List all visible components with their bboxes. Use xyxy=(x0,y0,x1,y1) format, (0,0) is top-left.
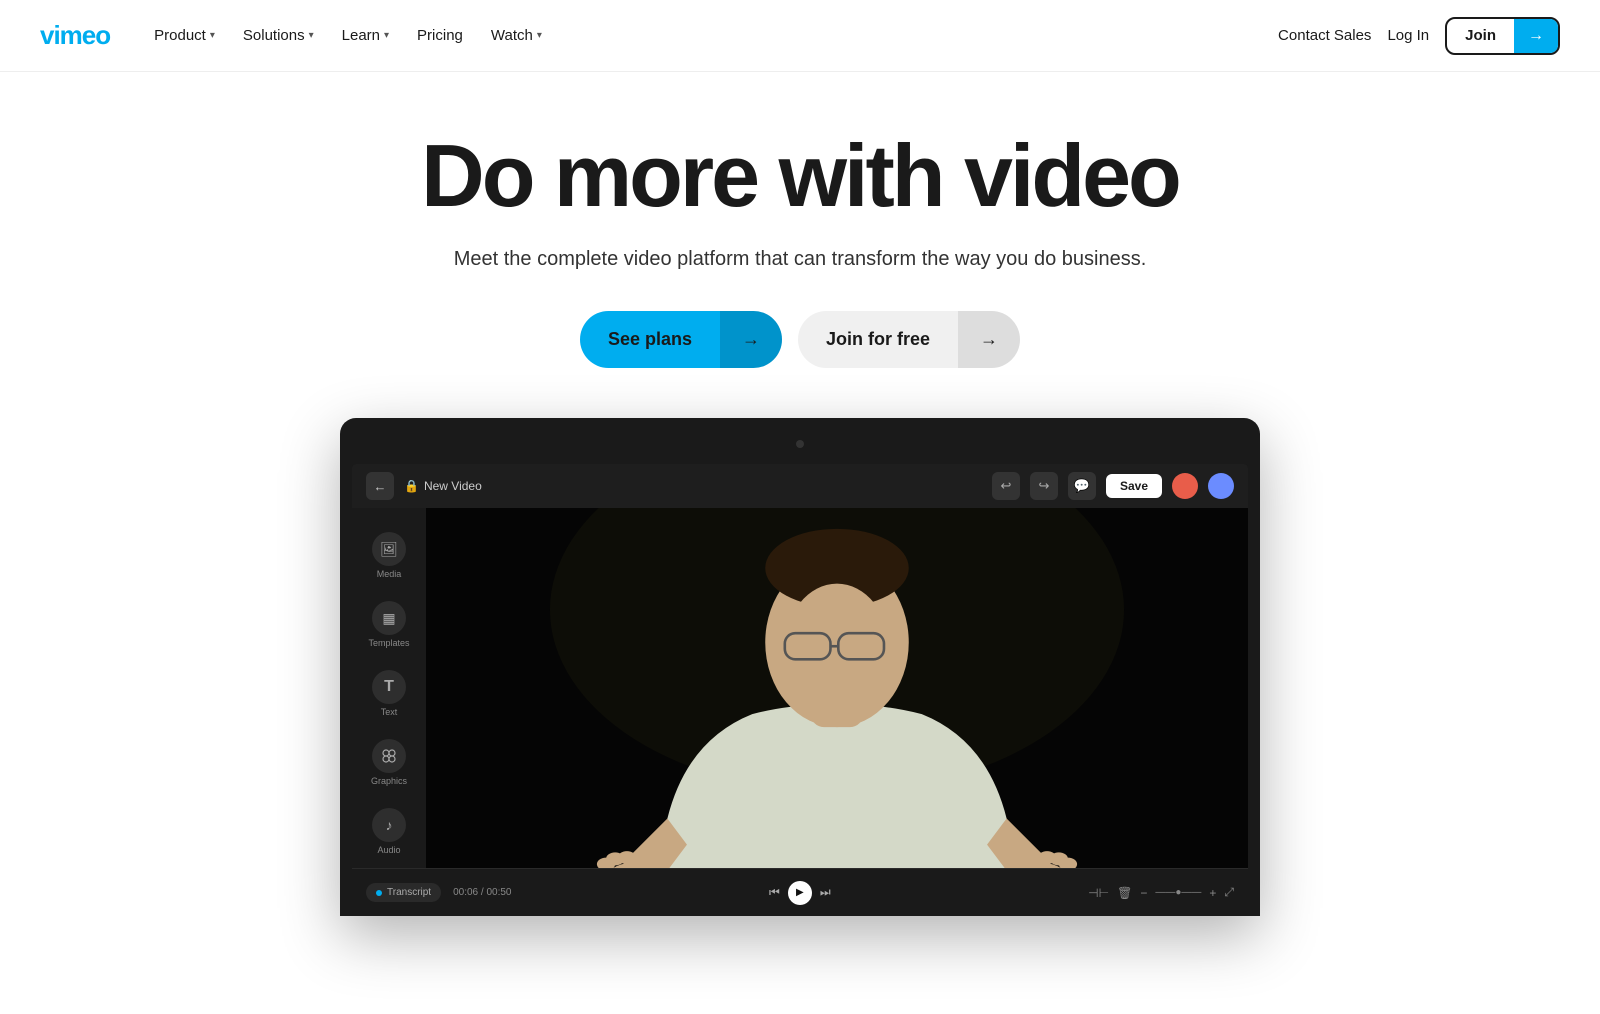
hero-buttons: See plans → Join for free → xyxy=(40,311,1560,368)
transcript-dot xyxy=(376,890,382,896)
editor-left-controls: ← 🔒 New Video xyxy=(366,472,482,500)
avatar-red xyxy=(1172,473,1198,499)
editor-topbar: ← 🔒 New Video ↩ ↪ 💬 Save xyxy=(352,464,1248,508)
editor-title-text: New Video xyxy=(424,479,482,493)
editor-back-button[interactable]: ← xyxy=(366,472,394,500)
sidebar-tool-audio[interactable]: ♪ Audio xyxy=(358,800,420,863)
transcript-badge[interactable]: Transcript xyxy=(366,883,441,902)
join-free-button[interactable]: Join for free → xyxy=(798,311,1020,368)
lock-icon: 🔒 xyxy=(404,479,419,493)
laptop-mockup: ← 🔒 New Video ↩ ↪ 💬 Save xyxy=(40,418,1560,916)
nav-item-watch[interactable]: Watch ▾ xyxy=(479,19,554,52)
play-icon: ▶ xyxy=(796,887,804,898)
laptop-screen: ← 🔒 New Video ↩ ↪ 💬 Save xyxy=(352,464,1248,916)
media-label: Media xyxy=(377,569,402,579)
audio-icon: ♪ xyxy=(372,808,406,842)
sidebar-tool-graphics[interactable]: Graphics xyxy=(358,731,420,794)
login-link[interactable]: Log In xyxy=(1387,27,1429,44)
laptop-frame: ← 🔒 New Video ↩ ↪ 💬 Save xyxy=(340,418,1260,916)
chevron-down-icon: ▾ xyxy=(537,30,542,41)
graphics-label: Graphics xyxy=(371,776,407,786)
undo-button[interactable]: ↩ xyxy=(992,472,1020,500)
text-label: Text xyxy=(381,707,398,717)
join-free-arrow-icon: → xyxy=(958,311,1020,368)
editor-body: 🖼 Media ▦ Templates T Text xyxy=(352,508,1248,868)
nav-item-pricing[interactable]: Pricing xyxy=(405,19,475,52)
skip-back-button[interactable]: ⏮ xyxy=(769,885,780,900)
sidebar-tool-templates[interactable]: ▦ Templates xyxy=(358,593,420,656)
see-plans-button[interactable]: See plans → xyxy=(580,311,782,368)
nav-links: Product ▾ Solutions ▾ Learn ▾ Pricing Wa… xyxy=(142,19,1278,52)
redo-button[interactable]: ↪ xyxy=(1030,472,1058,500)
save-button[interactable]: Save xyxy=(1106,474,1162,498)
editor-timeline: Transcript 00:06 / 00:50 ⏮ ▶ ⏭ ⊣⊢ xyxy=(352,868,1248,916)
avatar-blue xyxy=(1208,473,1234,499)
video-preview xyxy=(426,508,1248,868)
contact-sales-link[interactable]: Contact Sales xyxy=(1278,27,1371,44)
hero-subtitle: Meet the complete video platform that ca… xyxy=(40,248,1560,271)
editor-sidebar: 🖼 Media ▦ Templates T Text xyxy=(352,508,426,868)
timeline-controls: ⏮ ▶ ⏭ xyxy=(524,881,1077,905)
volume-decrease-icon[interactable]: − xyxy=(1140,886,1147,900)
expand-icon[interactable]: ⤢ xyxy=(1224,885,1234,900)
media-icon: 🖼 xyxy=(372,532,406,566)
logo[interactable]: vimeo xyxy=(40,20,110,51)
graphics-icon xyxy=(372,739,406,773)
timeline-right: ⊣⊢ 🗑 − ——●—— + ⤢ xyxy=(1088,885,1234,900)
delete-icon[interactable]: 🗑 xyxy=(1117,886,1132,900)
sidebar-tool-text[interactable]: T Text xyxy=(358,662,420,725)
chevron-down-icon: ▾ xyxy=(309,30,314,41)
navbar: vimeo Product ▾ Solutions ▾ Learn ▾ Pric… xyxy=(0,0,1600,72)
play-button[interactable]: ▶ xyxy=(788,881,812,905)
join-button[interactable]: Join → xyxy=(1445,17,1560,55)
volume-increase-icon[interactable]: + xyxy=(1209,886,1216,900)
timeline-time: 00:06 / 00:50 xyxy=(453,887,511,898)
templates-icon: ▦ xyxy=(372,601,406,635)
chevron-down-icon: ▾ xyxy=(384,30,389,41)
editor-right-controls: ↩ ↪ 💬 Save xyxy=(992,472,1234,500)
volume-slider[interactable]: ——●—— xyxy=(1155,887,1201,898)
nav-item-solutions[interactable]: Solutions ▾ xyxy=(231,19,326,52)
editor-canvas xyxy=(426,508,1248,868)
nav-item-product[interactable]: Product ▾ xyxy=(142,19,227,52)
skip-forward-button[interactable]: ⏭ xyxy=(820,885,831,900)
laptop-top-bar xyxy=(352,430,1248,458)
hero-section: Do more with video Meet the complete vid… xyxy=(0,72,1600,956)
transcript-label: Transcript xyxy=(387,887,431,898)
chat-button[interactable]: 💬 xyxy=(1068,472,1096,500)
laptop-camera xyxy=(796,440,804,448)
chevron-down-icon: ▾ xyxy=(210,30,215,41)
split-icon[interactable]: ⊣⊢ xyxy=(1088,886,1109,900)
editor-title: 🔒 New Video xyxy=(404,479,482,493)
templates-label: Templates xyxy=(368,638,409,648)
sidebar-tool-media[interactable]: 🖼 Media xyxy=(358,524,420,587)
join-free-label: Join for free xyxy=(798,311,958,368)
see-plans-label: See plans xyxy=(580,311,720,368)
nav-right: Contact Sales Log In Join → xyxy=(1278,17,1560,55)
join-button-label: Join xyxy=(1447,19,1514,52)
hero-title: Do more with video xyxy=(40,132,1560,220)
text-icon: T xyxy=(372,670,406,704)
see-plans-arrow-icon: → xyxy=(720,311,782,368)
audio-label: Audio xyxy=(377,845,400,855)
nav-item-learn[interactable]: Learn ▾ xyxy=(330,19,401,52)
join-arrow-icon: → xyxy=(1514,19,1558,53)
